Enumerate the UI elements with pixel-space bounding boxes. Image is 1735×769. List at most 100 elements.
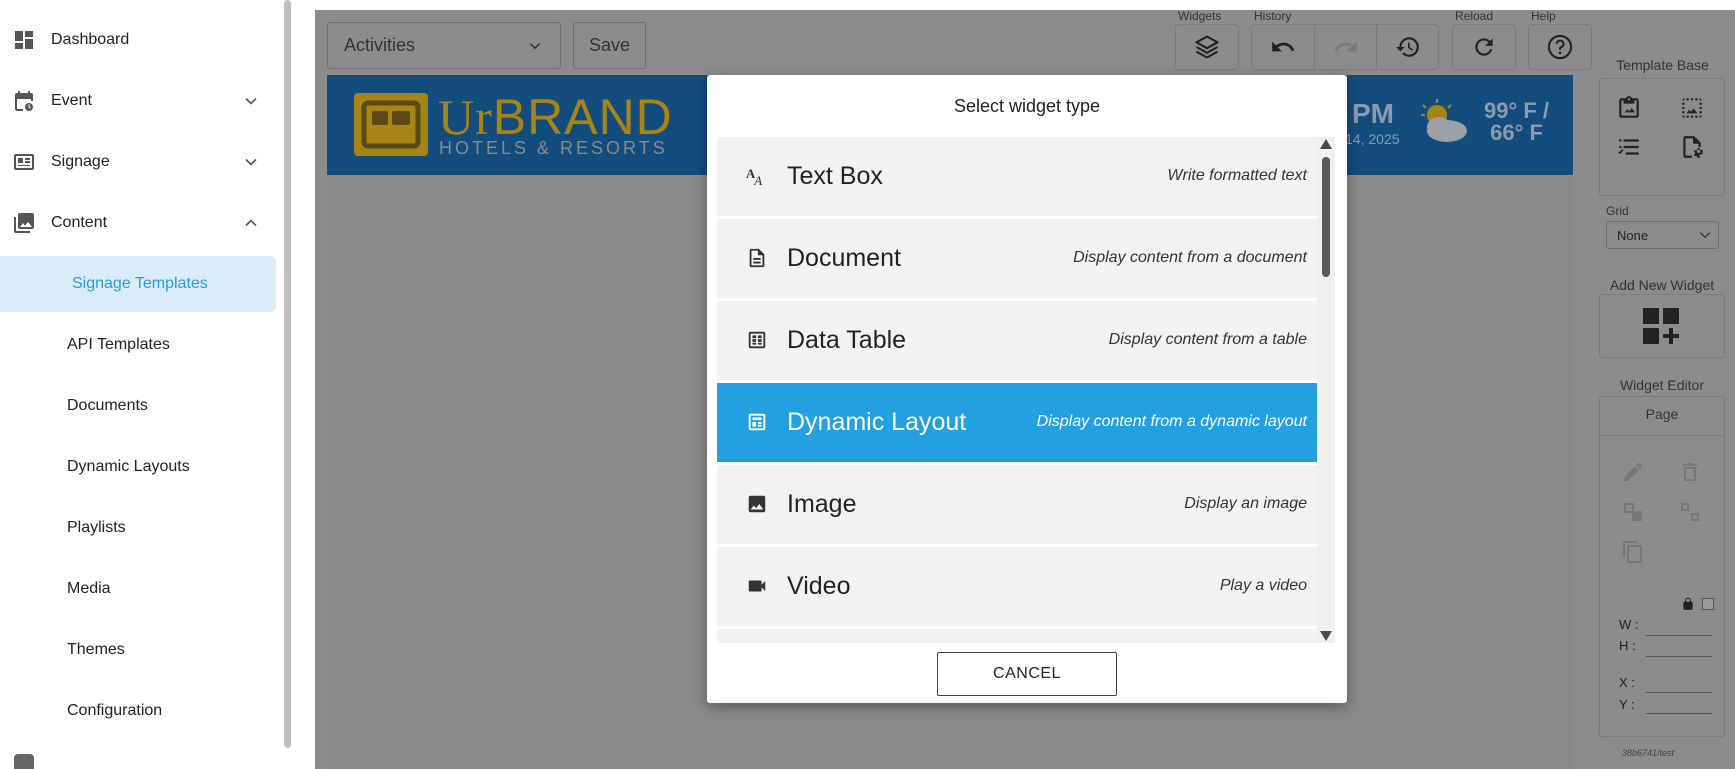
help-group [1528, 24, 1592, 70]
widget-option-name: Document [787, 244, 901, 272]
lock-aspect-checkbox[interactable] [1702, 598, 1714, 610]
sidebar-item-documents[interactable]: Documents [0, 378, 276, 434]
widgets-group-label: Widgets [1178, 9, 1222, 23]
width-input[interactable] [1646, 635, 1712, 636]
layers-button[interactable] [1176, 25, 1238, 69]
refresh-icon [1471, 34, 1497, 60]
sidebar-item-label: Dynamic Layouts [67, 458, 190, 475]
grid-label: Grid [1606, 204, 1629, 218]
widget-option-dynamic-layout[interactable]: Dynamic Layout Display content from a dy… [717, 383, 1317, 462]
page-select[interactable]: Activities [327, 22, 561, 69]
sidebar-item-signage-templates[interactable]: Signage Templates [0, 256, 276, 312]
add-widget-icon[interactable] [1641, 306, 1681, 346]
sidebar-item-event[interactable]: Event [0, 73, 276, 129]
undo-button[interactable] [1252, 25, 1314, 69]
scrollbar-thumb[interactable] [1322, 157, 1330, 277]
history-icon [1395, 34, 1421, 60]
reload-button[interactable] [1453, 25, 1515, 69]
duplicate-icon[interactable] [1621, 540, 1645, 564]
sidebar-item-label: Signage Templates [72, 275, 208, 292]
dialog-title: Select widget type [953, 96, 1101, 116]
redo-icon [1333, 34, 1359, 60]
send-backward-icon[interactable] [1678, 500, 1702, 524]
page-select-value: Activities [344, 35, 416, 55]
widget-option-video[interactable]: Video Play a video [717, 547, 1317, 626]
sidebar-item-label: Playlists [67, 519, 126, 536]
sidebar-item-label: Media [67, 580, 111, 597]
logo-ur: Ur [438, 89, 493, 145]
table-icon [746, 329, 768, 351]
sidebar-item-label: Content [51, 214, 108, 231]
logo-mark [354, 93, 428, 156]
crop-image-icon[interactable] [1679, 95, 1705, 121]
widget-option-image[interactable]: Image Display an image [717, 465, 1317, 544]
svg-text:A: A [753, 174, 762, 187]
save-button[interactable]: Save [573, 22, 646, 69]
sidebar-item-label: Event [51, 92, 92, 109]
chevron-up-icon[interactable] [241, 213, 261, 233]
height-input[interactable] [1646, 656, 1712, 657]
banner-time: PM [1352, 98, 1394, 129]
widget-option-description: Display content from a dynamic layout [1036, 413, 1307, 430]
lock-icon[interactable] [1681, 597, 1695, 611]
widget-option-text-box[interactable]: AA Text Box Write formatted text [717, 137, 1317, 216]
sidebar-item-dashboard[interactable]: Dashboard [0, 12, 276, 68]
sidebar: Dashboard Event Signage Content Signage … [0, 0, 294, 769]
x-input[interactable] [1646, 692, 1712, 693]
add-new-widget-label: Add New Widget [1609, 277, 1715, 293]
sidebar-scrollbar[interactable] [284, 0, 291, 748]
widget-list-scrollbar[interactable] [1317, 137, 1335, 643]
widget-option-data-table[interactable]: Data Table Display content from a table [717, 301, 1317, 380]
chevron-down-icon[interactable] [241, 91, 261, 111]
scroll-down-arrow-icon[interactable] [1320, 631, 1332, 641]
chevron-down-icon[interactable] [241, 152, 261, 172]
video-icon [746, 575, 768, 597]
widget-option-name: Video [787, 572, 851, 600]
widget-option-name: Dynamic Layout [787, 408, 967, 436]
sidebar-item-playlists[interactable]: Playlists [0, 500, 276, 556]
page-settings-icon[interactable] [1679, 134, 1705, 160]
widget-editor-target: Page [1645, 406, 1679, 422]
sidebar-item-label: API Templates [67, 336, 170, 353]
checklist-icon[interactable] [1616, 134, 1642, 160]
administration-icon [14, 754, 34, 769]
widget-option-description: Play a video [1219, 577, 1307, 594]
undo-icon [1270, 34, 1296, 60]
sidebar-item-signage[interactable]: Signage [0, 134, 276, 190]
width-label: W : [1619, 617, 1639, 632]
y-input[interactable] [1646, 713, 1712, 714]
widget-type-list: AA Text Box Write formatted text Documen… [717, 137, 1317, 643]
edit-icon[interactable] [1621, 460, 1645, 484]
signage-icon [12, 150, 36, 174]
sidebar-item-media[interactable]: Media [0, 561, 276, 617]
image-icon [746, 493, 768, 515]
chevron-down-icon [1698, 228, 1712, 242]
sidebar-item-content[interactable]: Content [0, 195, 276, 251]
text-format-icon: AA [746, 165, 768, 187]
scroll-up-arrow-icon[interactable] [1320, 139, 1332, 149]
widget-option-description: Write formatted text [1167, 167, 1307, 184]
content-icon [12, 211, 36, 235]
reload-group [1452, 24, 1516, 70]
widget-option-document[interactable]: Document Display content from a document [717, 219, 1317, 298]
sidebar-item-api-templates[interactable]: API Templates [0, 317, 276, 373]
widget-editor-panel [1599, 396, 1725, 737]
delete-icon[interactable] [1678, 460, 1702, 484]
dashboard-icon [12, 28, 36, 52]
redo-button[interactable] [1314, 25, 1376, 69]
cancel-button[interactable]: CANCEL [937, 652, 1117, 696]
widget-option-next[interactable] [717, 629, 1317, 643]
grid-select[interactable]: None [1606, 221, 1719, 249]
sidebar-item-dynamic-layouts[interactable]: Dynamic Layouts [0, 439, 276, 495]
sidebar-item-label: Signage [51, 153, 110, 170]
reload-group-label: Reload [1455, 9, 1494, 23]
help-group-label: Help [1531, 9, 1556, 23]
history-button[interactable] [1376, 25, 1438, 69]
divider [1600, 435, 1724, 436]
sidebar-item-themes[interactable]: Themes [0, 622, 276, 678]
bring-forward-icon[interactable] [1621, 500, 1645, 524]
background-image-icon[interactable] [1616, 95, 1642, 121]
sidebar-item-configuration[interactable]: Configuration [0, 683, 276, 739]
widget-option-name: Image [787, 490, 857, 518]
help-button[interactable] [1529, 25, 1591, 69]
